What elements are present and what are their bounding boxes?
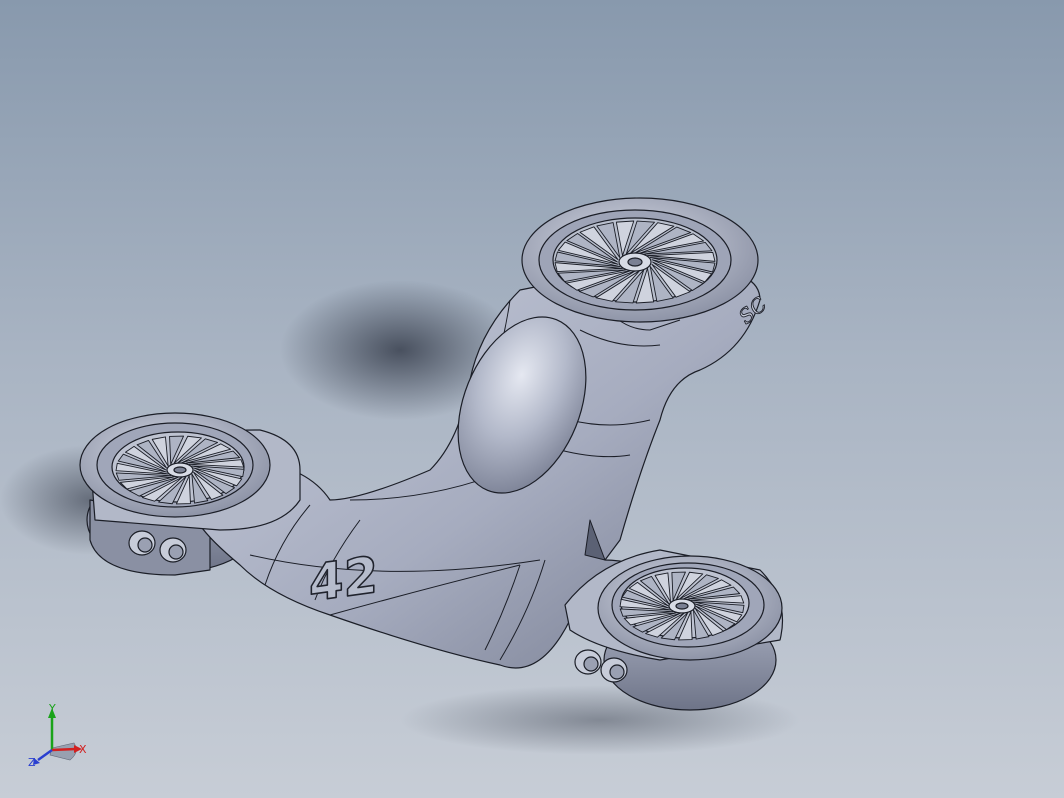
rotor-left <box>79 412 301 531</box>
cad-viewport[interactable]: 42 SC Y X Z <box>0 0 1064 798</box>
part-number-engraving: 42 <box>309 544 378 613</box>
cad-part[interactable]: 42 SC <box>79 197 784 711</box>
triad-y-label: Y <box>48 702 56 715</box>
view-orientation-triad[interactable]: Y X Z <box>28 702 87 769</box>
triad-x-label: X <box>79 743 87 756</box>
x-axis-icon <box>51 747 77 752</box>
triad-z-label: Z <box>28 756 36 769</box>
